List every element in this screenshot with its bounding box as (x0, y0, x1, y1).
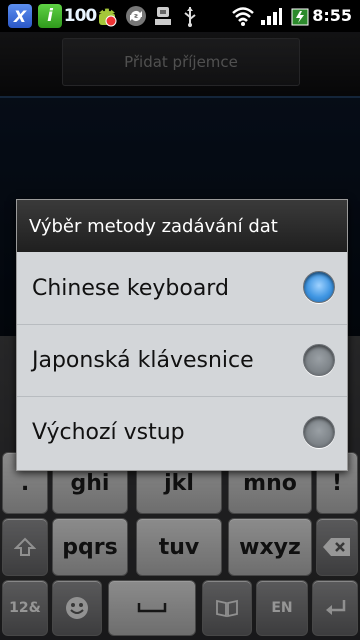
status-bar: X i 100 8:55 (0, 0, 360, 32)
option-japanese-keyboard[interactable]: Japonská klávesnice (17, 324, 347, 396)
app-100-badge: 100 (63, 6, 98, 26)
status-clock: 8:55 (312, 6, 352, 25)
signal-icon (260, 4, 282, 28)
option-label: Výchozí vstup (32, 420, 185, 445)
dialog-title: Výběr metody zadávání dat (17, 200, 347, 252)
option-label: Chinese keyboard (32, 275, 229, 301)
option-chinese-keyboard[interactable]: Chinese keyboard (17, 252, 347, 324)
app-x-icon: X (8, 4, 32, 28)
app-info-icon: i (38, 4, 62, 28)
option-label: Japonská klávesnice (32, 348, 254, 373)
usb-icon (182, 4, 198, 28)
battery-icon (290, 4, 310, 28)
sync-icon (124, 4, 148, 28)
input-method-dialog: Výběr metody zadávání dat Chinese keyboa… (16, 199, 348, 471)
radio-unselected-icon[interactable] (303, 416, 335, 448)
screen: X i 100 8:55 Přidat příjemce . ghi jkl m… (0, 0, 360, 640)
radio-unselected-icon[interactable] (303, 344, 335, 376)
android-icon (96, 4, 118, 28)
option-default-input[interactable]: Výchozí vstup (17, 396, 347, 468)
radio-selected-icon[interactable] (303, 271, 335, 303)
usb-debug-icon (152, 4, 174, 28)
wifi-icon (232, 4, 254, 28)
